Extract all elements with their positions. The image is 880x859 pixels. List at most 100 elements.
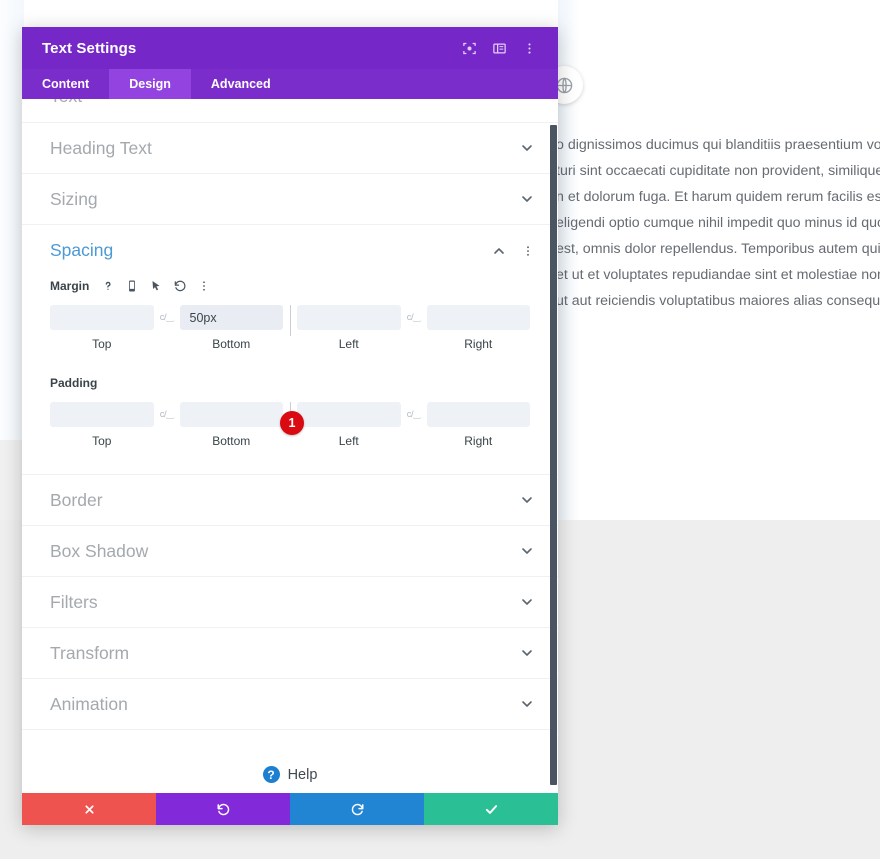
paragraph-line: eligendi optio cumque nihil impedit quo … xyxy=(556,215,880,231)
scrollbar-thumb[interactable] xyxy=(550,125,557,785)
settings-scroll-area: Text Heading Text Sizing S xyxy=(22,99,558,793)
cancel-button[interactable] xyxy=(22,793,156,825)
layout-toggle-icon[interactable] xyxy=(484,33,514,63)
link-values-icon[interactable]: c/‿ xyxy=(154,305,180,330)
responsive-mobile-icon[interactable] xyxy=(124,279,139,294)
help-label: Help xyxy=(287,766,318,783)
link-values-icon[interactable]: c/‿ xyxy=(401,402,427,427)
padding-label-row: Padding xyxy=(50,373,530,393)
padding-top-cell: Top xyxy=(50,402,154,448)
chevron-down-icon xyxy=(519,645,535,661)
margin-top-input[interactable] xyxy=(50,305,154,330)
background-left-tint xyxy=(0,0,24,440)
modal-body: Text Heading Text Sizing S xyxy=(22,99,558,793)
tab-content[interactable]: Content xyxy=(22,69,109,99)
link-values-icon[interactable]: c/‿ xyxy=(154,402,180,427)
section-border[interactable]: Border xyxy=(22,475,558,526)
tab-design[interactable]: Design xyxy=(109,69,191,99)
section-animation[interactable]: Animation xyxy=(22,679,558,730)
padding-top-caption: Top xyxy=(92,434,112,448)
margin-bottom-cell: Bottom xyxy=(179,305,283,351)
section-box-shadow[interactable]: Box Shadow xyxy=(22,526,558,577)
margin-left-input[interactable] xyxy=(297,305,401,330)
paragraph-line: o dignissimos ducimus qui blanditiis pra… xyxy=(556,137,880,153)
chevron-up-icon[interactable] xyxy=(491,243,507,259)
section-spacing: Spacing Margin Top c/‿ 50px Bottom Left … xyxy=(22,225,558,475)
settings-scrollbar[interactable] xyxy=(550,99,557,793)
chevron-down-icon xyxy=(519,696,535,712)
margin-quad: Top c/‿ Bottom Left xyxy=(50,305,530,351)
step-badge-1: 1 xyxy=(280,411,304,435)
margin-right-input[interactable] xyxy=(426,305,530,330)
margin-label: Margin xyxy=(50,279,90,293)
more-options-icon[interactable] xyxy=(196,279,211,294)
paragraph-line: ut aut reiciendis voluptatibus maiores a… xyxy=(556,293,880,309)
help-icon: ? xyxy=(262,766,280,783)
section-sizing-label: Sizing xyxy=(50,188,98,209)
margin-right-caption: Right xyxy=(464,337,493,351)
margin-left-caption: Left xyxy=(338,337,359,351)
redo-button[interactable] xyxy=(290,793,424,825)
chevron-down-icon xyxy=(519,594,535,610)
section-transform[interactable]: Transform xyxy=(22,628,558,679)
chevron-down-icon xyxy=(519,191,535,207)
section-animation-label: Animation xyxy=(50,693,128,714)
paragraph-line: turi sint occaecati cupiditate non provi… xyxy=(556,163,880,179)
undo-button[interactable] xyxy=(156,793,290,825)
text-settings-modal: Text Settings Content Design Advanced He… xyxy=(22,27,558,825)
background-gray-left xyxy=(0,440,22,520)
padding-horizontal-pair: Left c/‿ Right xyxy=(297,402,530,448)
margin-label-row: Margin xyxy=(50,276,530,296)
margin-horizontal-pair: Left c/‿ Right xyxy=(297,305,530,351)
more-options-icon[interactable] xyxy=(514,33,544,63)
section-border-label: Border xyxy=(50,489,103,510)
chevron-down-icon xyxy=(519,492,535,508)
padding-vertical-pair: Top c/‿ Bottom xyxy=(50,402,283,448)
link-values-icon[interactable]: c/‿ xyxy=(401,305,427,330)
help-link[interactable]: ? Help xyxy=(22,766,558,783)
section-sizing[interactable]: Sizing xyxy=(22,174,558,225)
margin-top-caption: Top xyxy=(92,337,112,351)
paragraph-line: et ut et voluptates repudiandae sint et … xyxy=(556,267,880,283)
modal-tabs: Content Design Advanced xyxy=(22,69,558,99)
section-transform-label: Transform xyxy=(50,642,130,663)
section-spacing-header[interactable]: Spacing xyxy=(22,225,558,276)
modal-header: Text Settings xyxy=(22,27,558,69)
margin-bottom-input[interactable] xyxy=(179,305,283,330)
hover-cursor-icon[interactable] xyxy=(148,279,163,294)
section-box-shadow-label: Box Shadow xyxy=(50,540,149,561)
padding-left-input[interactable] xyxy=(297,402,401,427)
tab-advanced[interactable]: Advanced xyxy=(191,69,291,99)
focus-target-icon[interactable] xyxy=(454,33,484,63)
padding-left-cell: Left xyxy=(297,402,401,448)
margin-left-cell: Left xyxy=(297,305,401,351)
padding-label: Padding xyxy=(50,376,98,390)
save-button[interactable] xyxy=(424,793,558,825)
padding-bottom-input[interactable] xyxy=(179,402,283,427)
padding-top-input[interactable] xyxy=(50,402,154,427)
padding-right-input[interactable] xyxy=(426,402,530,427)
section-filters-label: Filters xyxy=(50,591,98,612)
chevron-down-icon xyxy=(519,543,535,559)
help-icon[interactable] xyxy=(100,279,115,294)
padding-bottom-caption: Bottom xyxy=(212,434,251,448)
padding-left-caption: Left xyxy=(338,434,359,448)
margin-right-cell: Right xyxy=(426,305,530,351)
paragraph-line: n et dolorum fuga. Et harum quidem rerum… xyxy=(556,189,880,205)
margin-field-group: Margin Top c/‿ 50px Bottom Left c/‿ Righ… xyxy=(22,276,558,351)
section-text[interactable]: Text xyxy=(22,99,558,123)
chevron-down-icon xyxy=(519,140,535,156)
reset-icon[interactable] xyxy=(172,279,187,294)
background-paragraph: o dignissimos ducimus qui blanditiis pra… xyxy=(556,132,880,314)
section-text-label: Text xyxy=(50,99,519,107)
section-filters[interactable]: Filters xyxy=(22,577,558,628)
padding-right-caption: Right xyxy=(464,434,493,448)
section-heading-text-label: Heading Text xyxy=(50,137,152,158)
section-heading-text[interactable]: Heading Text xyxy=(22,123,558,174)
section-options-icon[interactable] xyxy=(521,244,535,258)
chevron-down-icon xyxy=(519,99,535,104)
page-title: Text Settings xyxy=(42,39,137,57)
padding-right-cell: Right xyxy=(426,402,530,448)
margin-bottom-caption: Bottom xyxy=(212,337,251,351)
